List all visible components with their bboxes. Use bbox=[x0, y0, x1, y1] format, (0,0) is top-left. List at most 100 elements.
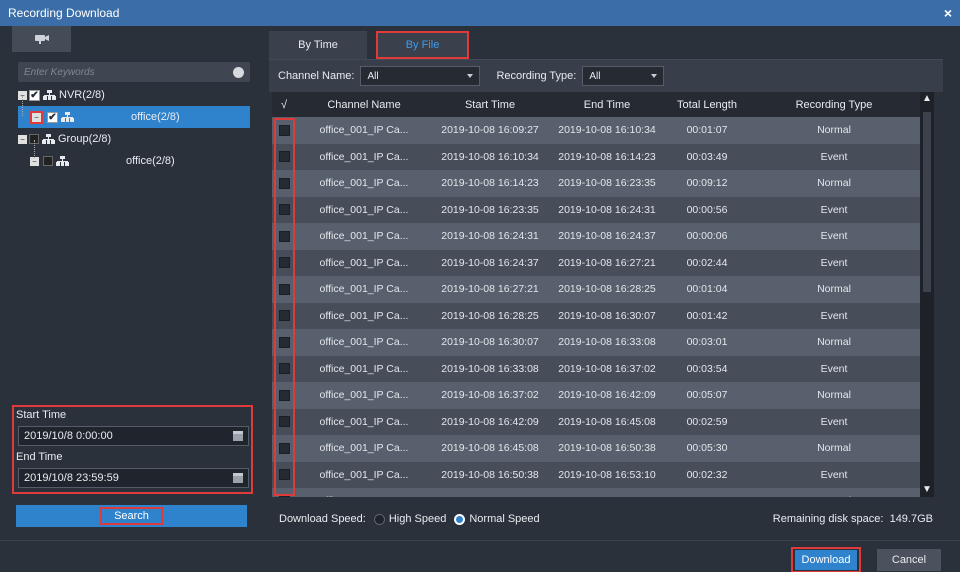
cell-recording-type: Normal bbox=[817, 177, 851, 190]
scrollbar-thumb[interactable] bbox=[923, 112, 931, 292]
tab-by-time[interactable]: By Time bbox=[269, 31, 367, 59]
table-row[interactable]: office_001_IP Ca... 2019-10-08 16:50:38 20… bbox=[272, 461, 920, 488]
tree-label: office(2/8) bbox=[126, 155, 175, 167]
cell-start-time: 2019-10-08 16:24:37 bbox=[441, 256, 539, 269]
tree-node-group[interactable]: − Group(2/8) bbox=[18, 128, 250, 150]
cell-channel-name: office_001_IP Ca... bbox=[319, 468, 409, 481]
checkbox-office-1[interactable]: ✔ bbox=[47, 111, 58, 123]
tree-node-office-2[interactable]: − office(2/8) bbox=[18, 150, 250, 172]
keyword-search-input[interactable] bbox=[24, 66, 233, 78]
cell-start-time: 2019-10-08 16:09:27 bbox=[441, 124, 539, 137]
tree-node-nvr[interactable]: − ✔ NVR(2/8) bbox=[18, 84, 250, 106]
column-header-total-length[interactable]: Total Length bbox=[666, 99, 748, 111]
cell-total-length: 00:05:30 bbox=[686, 442, 728, 455]
channel-name-value: All bbox=[367, 70, 379, 82]
cell-end-time: 2019-10-08 16:27:21 bbox=[558, 256, 656, 269]
cell-total-length: 00:02:44 bbox=[686, 256, 728, 269]
cancel-button[interactable]: Cancel bbox=[877, 549, 941, 571]
recording-type-select[interactable]: All bbox=[582, 66, 665, 86]
table-row[interactable]: office_001_IP Ca... 2019-10-08 16:24:31 20… bbox=[272, 223, 920, 250]
tree-label: Group(2/8) bbox=[58, 133, 112, 145]
cell-start-time: 2019-10-08 16:53:10 bbox=[432, 495, 548, 497]
table-row[interactable]: office_001_IP Ca... 2019-10-08 16:23:35 20… bbox=[272, 196, 920, 223]
scroll-down-icon[interactable]: ▼ bbox=[920, 483, 934, 497]
cell-start-time: 2019-10-08 16:24:31 bbox=[441, 230, 539, 243]
radio-normal-speed-label: Normal Speed bbox=[469, 513, 540, 525]
end-time-value: 2019/10/8 23:59:59 bbox=[24, 472, 119, 484]
cell-end-time: 2019-10-08 16:14:23 bbox=[558, 150, 656, 163]
device-tab[interactable] bbox=[12, 26, 71, 52]
cell-end-time: 2019-10-08 17:25:43 bbox=[548, 495, 666, 497]
cell-total-length: 00:01:42 bbox=[686, 309, 728, 322]
radio-normal-speed-dot[interactable] bbox=[454, 513, 466, 525]
search-button[interactable]: Search bbox=[16, 505, 247, 527]
table-row[interactable]: office_001_IP Ca... 2019-10-08 16:30:07 20… bbox=[272, 329, 920, 356]
cell-total-length: 00:02:32 bbox=[686, 468, 728, 481]
radio-normal-speed[interactable]: Normal Speed bbox=[454, 513, 540, 525]
cell-end-time: 2019-10-08 16:23:35 bbox=[558, 177, 656, 190]
chevron-down-icon bbox=[651, 74, 658, 78]
radio-high-speed[interactable]: High Speed bbox=[373, 513, 447, 525]
table-row[interactable]: office_001_IP Ca... 2019-10-08 16:45:08 20… bbox=[272, 435, 920, 462]
table-row[interactable]: office_001_IP Ca... 2019-10-08 16:27:21 20… bbox=[272, 276, 920, 303]
collapse-icon[interactable]: − bbox=[18, 134, 27, 144]
column-header-recording-type[interactable]: Recording Type bbox=[748, 99, 920, 111]
calendar-icon[interactable] bbox=[233, 473, 243, 483]
end-time-field[interactable]: 2019/10/8 23:59:59 bbox=[18, 468, 249, 488]
scroll-up-icon[interactable]: ▲ bbox=[920, 92, 934, 106]
calendar-icon[interactable] bbox=[233, 431, 243, 441]
cell-total-length: 00:00:56 bbox=[686, 203, 728, 216]
collapse-icon[interactable]: − bbox=[30, 110, 43, 124]
column-header-end-time[interactable]: End Time bbox=[548, 99, 666, 111]
time-range-group: Start Time 2019/10/8 0:00:00 End Time 20… bbox=[12, 405, 253, 494]
download-button[interactable]: Download bbox=[795, 550, 857, 570]
cell-channel-name: office_001_IP Ca... bbox=[319, 177, 409, 190]
checkbox-nvr[interactable]: ✔ bbox=[29, 89, 40, 101]
cell-recording-type: Event bbox=[820, 309, 848, 322]
device-tree: − ✔ NVR(2/8) − ✔ office(2/8) − Group(2/8… bbox=[18, 84, 250, 172]
table-row[interactable]: office_001_IP Ca...2019-10-08 16:53:1020… bbox=[272, 488, 920, 497]
cell-end-time: 2019-10-08 16:33:08 bbox=[558, 336, 656, 349]
cell-recording-type: Normal bbox=[817, 442, 851, 455]
camera-icon bbox=[34, 35, 49, 44]
cell-start-time: 2019-10-08 16:14:23 bbox=[441, 177, 539, 190]
tree-node-office-1[interactable]: − ✔ office(2/8) bbox=[18, 106, 250, 128]
cell-total-length: 00:09:12 bbox=[686, 177, 728, 190]
cell-total-length: 00:32:33 bbox=[666, 495, 748, 497]
cell-recording-type: Event bbox=[820, 468, 848, 481]
tab-by-file[interactable]: By File bbox=[376, 31, 469, 59]
download-button-frame: Download bbox=[791, 547, 861, 572]
keyword-search-box[interactable] bbox=[18, 62, 250, 82]
table-row[interactable]: office_001_IP Ca... 2019-10-08 16:09:27 20… bbox=[272, 117, 920, 144]
column-header-start-time[interactable]: Start Time bbox=[432, 99, 548, 111]
cell-start-time: 2019-10-08 16:30:07 bbox=[441, 336, 539, 349]
table-row[interactable]: office_001_IP Ca... 2019-10-08 16:37:02 20… bbox=[272, 382, 920, 409]
org-icon bbox=[56, 156, 69, 166]
table-row[interactable]: office_001_IP Ca... 2019-10-08 16:42:09 20… bbox=[272, 408, 920, 435]
table-row[interactable]: office_001_IP Ca... 2019-10-08 16:10:34 20… bbox=[272, 143, 920, 170]
table-row[interactable]: office_001_IP Ca... 2019-10-08 16:28:25 20… bbox=[272, 302, 920, 329]
cell-start-time: 2019-10-08 16:42:09 bbox=[441, 415, 539, 428]
table-row[interactable]: office_001_IP Ca... 2019-10-08 16:14:23 20… bbox=[272, 170, 920, 197]
vertical-scrollbar[interactable]: ▲ ▼ bbox=[920, 92, 934, 497]
checkbox-office-2[interactable] bbox=[43, 156, 53, 166]
start-time-field[interactable]: 2019/10/8 0:00:00 bbox=[18, 426, 249, 446]
channel-name-select[interactable]: All bbox=[360, 66, 481, 86]
cell-start-time: 2019-10-08 16:27:21 bbox=[441, 283, 539, 296]
table-header: √ Channel Name Start Time End Time Total… bbox=[272, 92, 920, 117]
table-row[interactable]: office_001_IP Ca... 2019-10-08 16:24:37 20… bbox=[272, 249, 920, 276]
table-row[interactable]: office_001_IP Ca... 2019-10-08 16:33:08 20… bbox=[272, 355, 920, 382]
search-icon[interactable] bbox=[233, 66, 244, 78]
cell-recording-type: Event bbox=[820, 415, 848, 428]
channel-name-label: Channel Name: bbox=[278, 70, 355, 82]
remaining-disk-space: Remaining disk space: 149.7GB bbox=[772, 513, 933, 525]
radio-high-speed-label: High Speed bbox=[388, 513, 447, 525]
cell-channel-name: office_001_IP Ca... bbox=[319, 362, 409, 375]
table-body: office_001_IP Ca... 2019-10-08 16:09:27 20… bbox=[272, 117, 920, 497]
cell-channel-name: office_001_IP Ca... bbox=[319, 415, 409, 428]
radio-high-speed-dot[interactable] bbox=[373, 513, 385, 525]
close-icon[interactable]: × bbox=[944, 5, 952, 21]
column-header-channel-name[interactable]: Channel Name bbox=[296, 99, 432, 111]
cell-channel-name: office_001_IP Ca... bbox=[319, 442, 409, 455]
select-all-header[interactable]: √ bbox=[272, 99, 296, 111]
